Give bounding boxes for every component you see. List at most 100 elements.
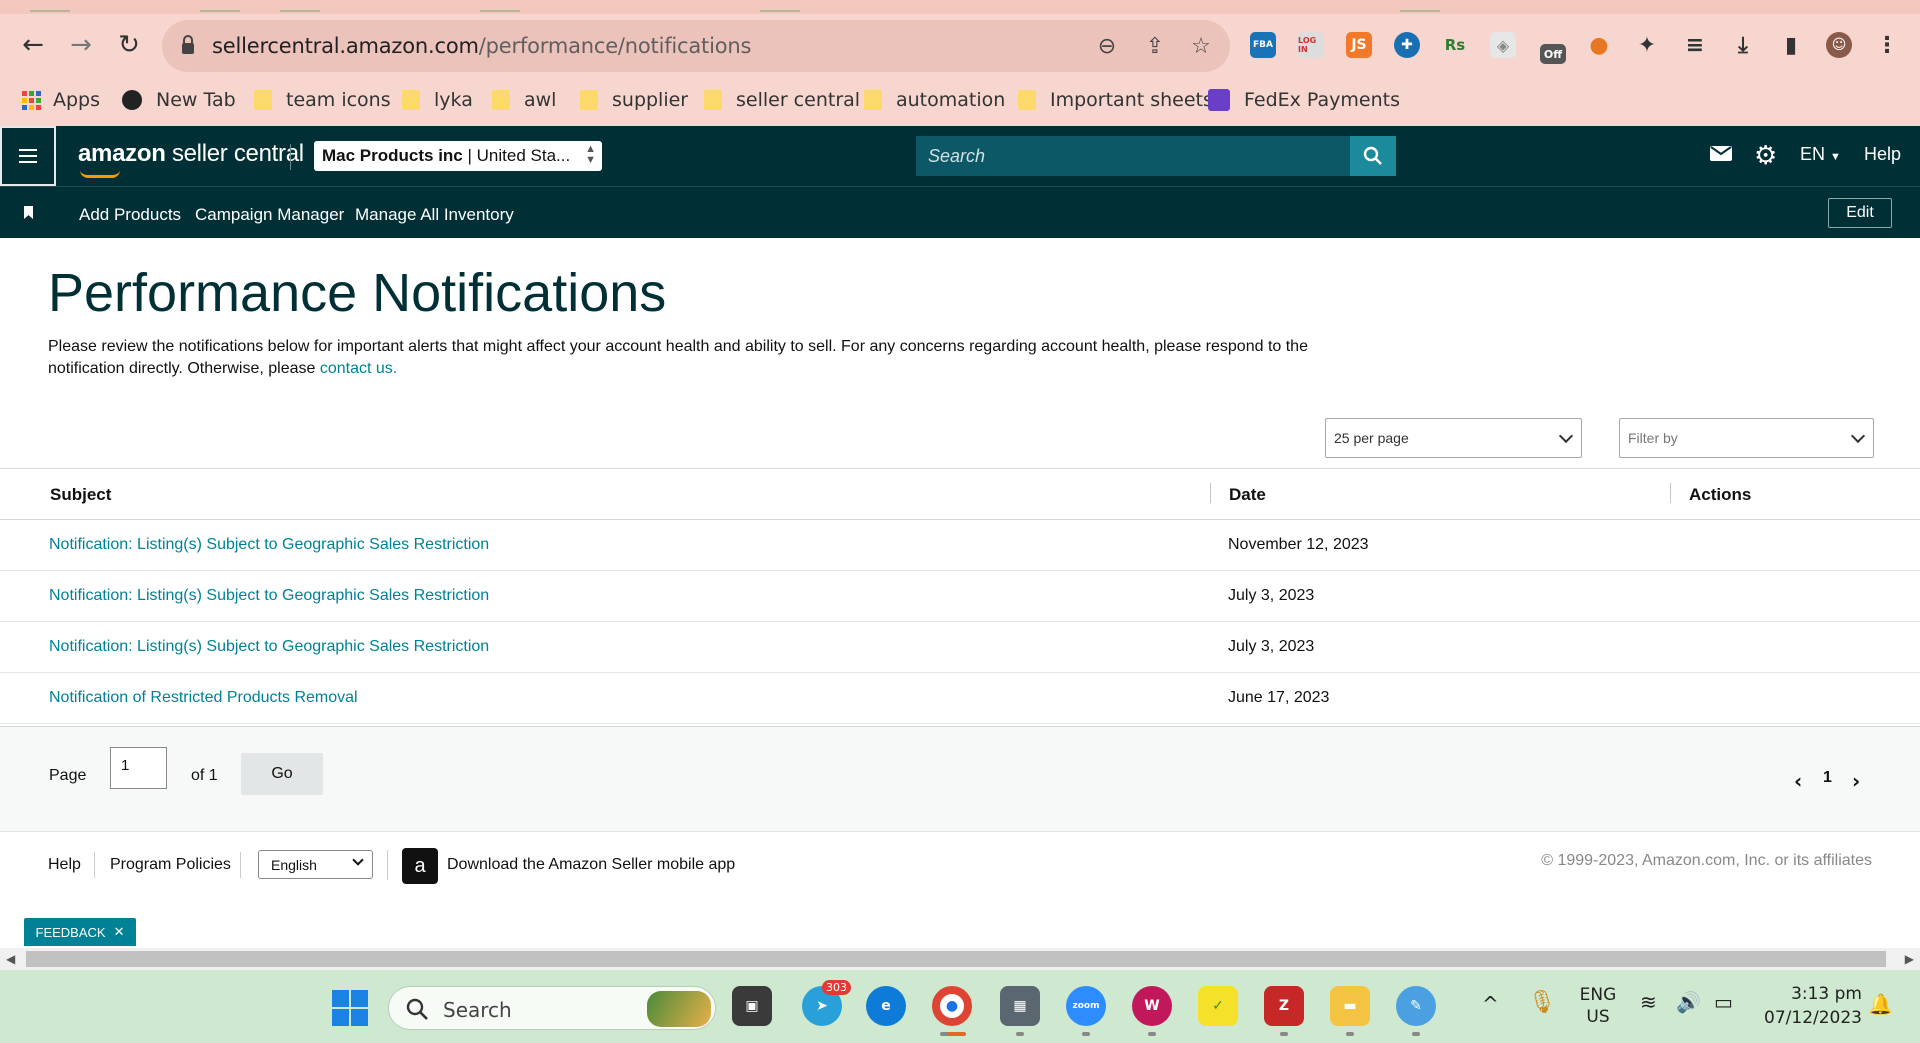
- zoom-icon[interactable]: zoom: [1066, 986, 1106, 1026]
- tab[interactable]: [30, 0, 70, 12]
- language-indicator[interactable]: ENG US: [1574, 984, 1622, 1028]
- profile-avatar-icon[interactable]: ☺: [1826, 32, 1852, 58]
- bookmark-awl[interactable]: awl: [492, 86, 556, 114]
- scroll-right-icon[interactable]: ▶: [1905, 952, 1914, 966]
- scrollbar-thumb[interactable]: [26, 951, 1886, 967]
- filezilla-icon[interactable]: Z: [1264, 986, 1304, 1026]
- url-text[interactable]: sellercentral.amazon.com/performance/not…: [212, 34, 751, 58]
- mail-icon[interactable]: [1710, 144, 1732, 167]
- menu-hamburger-icon[interactable]: [0, 126, 56, 186]
- column-header-subject[interactable]: Subject: [50, 485, 111, 505]
- folder-icon: [254, 90, 272, 110]
- bookmark-star-icon[interactable]: ☆: [1188, 33, 1214, 59]
- off-extension-icon[interactable]: Off: [1540, 44, 1566, 64]
- wifi-icon[interactable]: ≋: [1640, 990, 1657, 1014]
- account-switcher[interactable]: Mac Products inc | United Sta... ▲ ▼: [314, 141, 602, 171]
- edge-browser-icon[interactable]: e: [866, 986, 906, 1026]
- bookmark-icon[interactable]: [24, 206, 33, 219]
- tab[interactable]: [760, 0, 800, 12]
- chrome-browser-icon[interactable]: ●: [932, 986, 972, 1026]
- bookmark-new-tab[interactable]: New Tab: [122, 86, 236, 114]
- bookmark-team-icons[interactable]: team icons: [254, 86, 391, 114]
- bookmark-automation[interactable]: automation: [864, 86, 1005, 114]
- help-link[interactable]: Help: [1864, 144, 1901, 165]
- notification-subject-link[interactable]: Notification of Restricted Products Remo…: [49, 689, 358, 707]
- notification-bell-icon[interactable]: 🔔: [1868, 992, 1893, 1016]
- task-view-icon[interactable]: ▣: [732, 986, 772, 1026]
- amazon-seller-app-icon[interactable]: a: [402, 848, 438, 884]
- address-bar[interactable]: sellercentral.amazon.com/performance/not…: [162, 20, 1230, 72]
- search-input[interactable]: Search: [916, 136, 1350, 176]
- extensions-puzzle-icon[interactable]: ✦: [1634, 32, 1660, 58]
- search-button[interactable]: [1350, 136, 1396, 176]
- seller-central-logo[interactable]: amazon seller central: [78, 140, 304, 168]
- microphone-icon[interactable]: 🎙: [1528, 990, 1556, 1015]
- download-icon[interactable]: ⤓: [1730, 32, 1756, 58]
- bookmark-fedex-payments[interactable]: FedEx Payments: [1208, 86, 1400, 114]
- contact-us-link[interactable]: contact us.: [320, 360, 397, 377]
- horizontal-scrollbar[interactable]: ◀ ▶: [0, 948, 1920, 970]
- fba-extension-icon[interactable]: FBA: [1250, 32, 1276, 58]
- bookmark-seller-central[interactable]: seller central: [704, 86, 860, 114]
- notification-subject-link[interactable]: Notification: Listing(s) Subject to Geog…: [49, 536, 489, 554]
- clock[interactable]: 3:13 pm 07/12/2023: [1756, 982, 1862, 1030]
- chrome-menu-icon[interactable]: ⋮: [1874, 32, 1900, 58]
- feedback-tab[interactable]: FEEDBACK ✕: [24, 918, 136, 946]
- footer-program-policies-link[interactable]: Program Policies: [110, 856, 231, 874]
- share-icon[interactable]: ⇪: [1142, 33, 1168, 59]
- login-extension-icon[interactable]: LOG IN: [1298, 32, 1324, 58]
- rs-extension-icon[interactable]: Rs: [1442, 32, 1468, 58]
- side-panel-icon[interactable]: ▮: [1778, 32, 1804, 58]
- js-extension-icon[interactable]: JS: [1346, 32, 1372, 58]
- page-number-input[interactable]: 1: [110, 747, 167, 789]
- file-explorer-icon[interactable]: ▬: [1330, 986, 1370, 1026]
- language-selector[interactable]: EN ▼: [1800, 144, 1841, 165]
- bookmark-important-sheets[interactable]: Important sheets: [1018, 86, 1213, 114]
- reload-icon[interactable]: ↻: [112, 28, 146, 62]
- next-page-chevron-icon[interactable]: ›: [1852, 769, 1860, 793]
- subnav-campaign-manager[interactable]: Campaign Manager: [195, 205, 344, 225]
- back-icon[interactable]: ←: [16, 28, 50, 62]
- footer-help-link[interactable]: Help: [48, 856, 81, 874]
- media-control-icon[interactable]: ≡: [1682, 32, 1708, 58]
- windows-start-icon[interactable]: [332, 990, 368, 1026]
- show-hidden-icons-chevron[interactable]: ^: [1482, 992, 1499, 1016]
- filter-select[interactable]: Filter by: [1619, 418, 1874, 458]
- previous-page-chevron-icon[interactable]: ‹: [1794, 769, 1802, 793]
- download-app-link[interactable]: Download the Amazon Seller mobile app: [447, 856, 735, 874]
- go-button[interactable]: Go: [241, 753, 323, 795]
- calculator-icon[interactable]: ▦: [1000, 986, 1040, 1026]
- forward-icon[interactable]: →: [64, 28, 98, 62]
- plus-circle-extension-icon[interactable]: ✚: [1394, 32, 1420, 58]
- subnav-manage-all-inventory[interactable]: Manage All Inventory: [355, 205, 514, 225]
- per-page-select[interactable]: 25 per page: [1325, 418, 1582, 458]
- tab[interactable]: [280, 0, 320, 12]
- scroll-left-icon[interactable]: ◀: [6, 952, 15, 966]
- app-indicator: [1016, 1032, 1024, 1036]
- taskbar-search-box[interactable]: Search: [388, 986, 716, 1030]
- cube-extension-icon[interactable]: ◈: [1490, 32, 1516, 58]
- notification-subject-link[interactable]: Notification: Listing(s) Subject to Geog…: [49, 587, 489, 605]
- filter-placeholder: Filter by: [1628, 430, 1678, 446]
- battery-icon[interactable]: ▭: [1714, 990, 1733, 1014]
- zoom-icon[interactable]: ⊖: [1094, 33, 1120, 59]
- wps-office-icon[interactable]: W: [1132, 986, 1172, 1026]
- close-icon[interactable]: ✕: [114, 924, 125, 940]
- bookmark-lyka[interactable]: lyka: [402, 86, 473, 114]
- notification-subject-link[interactable]: Notification: Listing(s) Subject to Geog…: [49, 638, 489, 656]
- paint-icon[interactable]: ✎: [1396, 986, 1436, 1026]
- tab[interactable]: [480, 0, 520, 12]
- current-page-number[interactable]: 1: [1823, 769, 1832, 787]
- tab[interactable]: [200, 0, 240, 12]
- settings-gear-icon[interactable]: ⚙: [1754, 141, 1777, 171]
- sticky-notes-icon[interactable]: ✓: [1198, 986, 1238, 1026]
- bookmark-apps[interactable]: Apps: [22, 86, 100, 114]
- column-header-date[interactable]: Date: [1229, 485, 1266, 505]
- bookmark-supplier[interactable]: supplier: [580, 86, 688, 114]
- volume-icon[interactable]: 🔊: [1676, 990, 1701, 1014]
- tab[interactable]: [1400, 0, 1440, 12]
- edit-button[interactable]: Edit: [1828, 198, 1892, 228]
- subnav-add-products[interactable]: Add Products: [79, 205, 181, 225]
- orange-extension-icon[interactable]: ●: [1586, 32, 1612, 58]
- footer-language-select[interactable]: English: [258, 850, 373, 879]
